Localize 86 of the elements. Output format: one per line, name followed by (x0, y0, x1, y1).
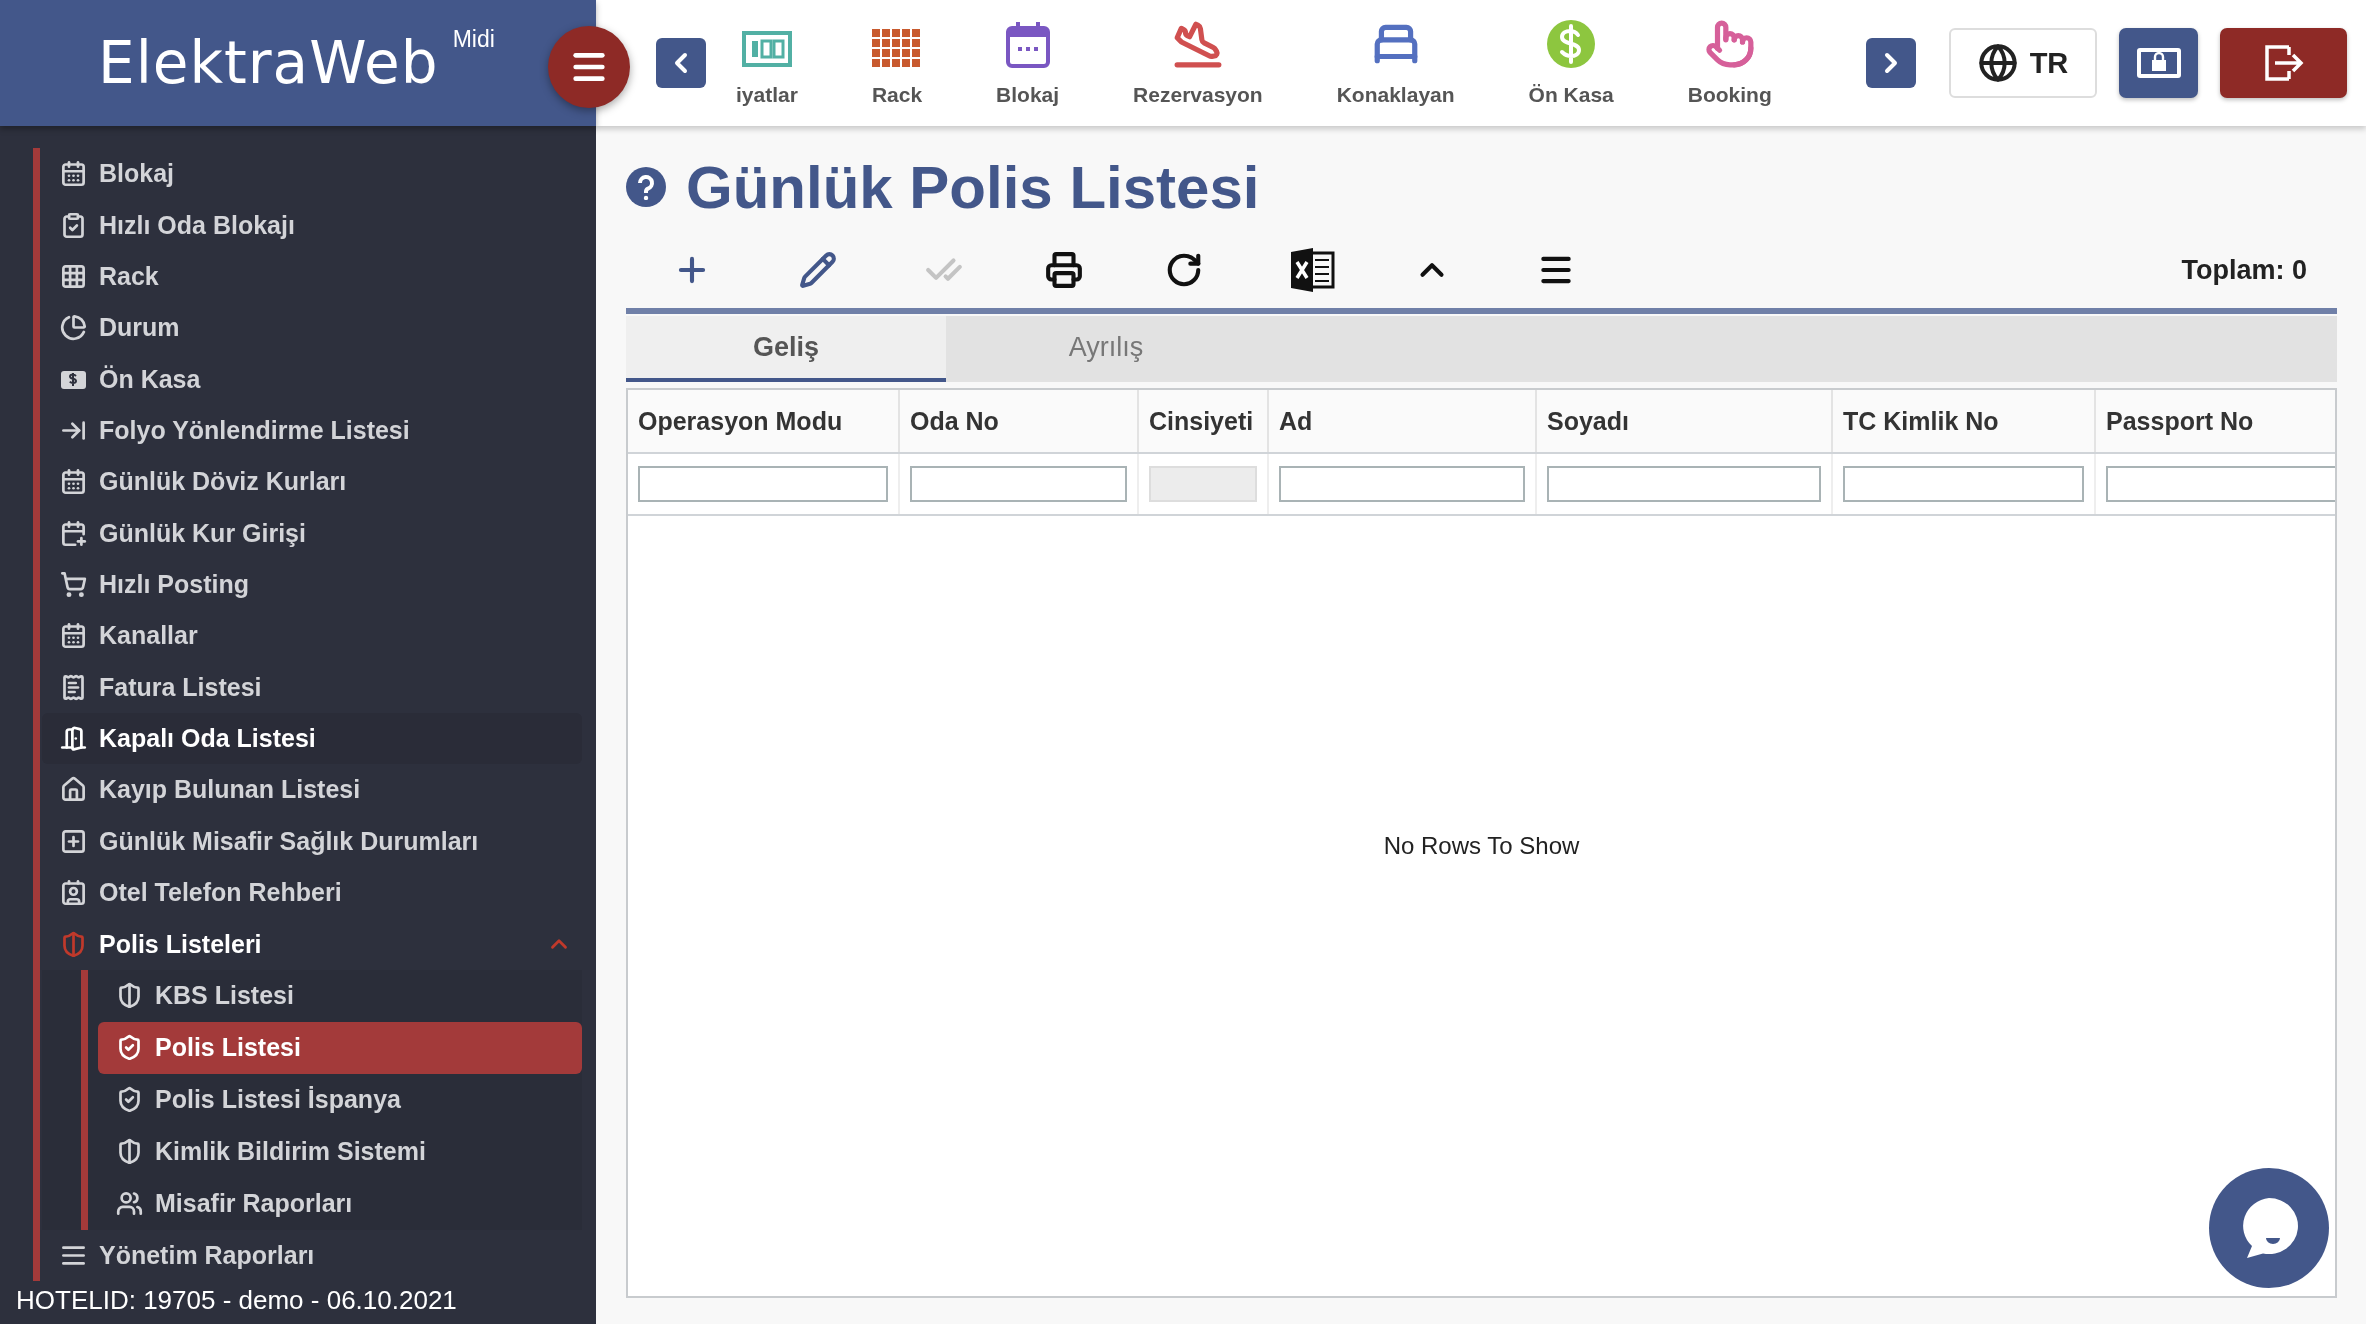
shield-check-icon (116, 1034, 143, 1062)
sidebar-item[interactable]: Fatura Listesi (42, 661, 582, 713)
users-icon (116, 1190, 143, 1218)
spreadsheet-icon (1289, 247, 1335, 293)
lock-screen-button[interactable] (2119, 28, 2198, 98)
column-header[interactable]: TC Kimlik No (1831, 390, 2094, 452)
menu-button[interactable] (548, 26, 630, 108)
tab[interactable]: Geliş (626, 316, 946, 382)
language-button[interactable]: TR (1949, 28, 2097, 98)
sidebar-item[interactable]: Rack (42, 250, 582, 303)
filter-field[interactable] (1843, 466, 2084, 502)
sidebar-subitem[interactable]: Polis Listesi İspanya (98, 1073, 582, 1126)
logout-button[interactable] (2220, 28, 2347, 98)
filter-field[interactable] (1547, 466, 1821, 502)
sidebar-item[interactable]: Hızlı Posting (42, 558, 582, 611)
grid-icon (60, 262, 87, 290)
sidebar-item[interactable]: Kanallar (42, 610, 582, 662)
calendar-icon (60, 160, 87, 188)
calendar-icon (60, 468, 87, 496)
sidebar-item[interactable]: Ön Kasa (42, 353, 582, 405)
sidebar-item[interactable]: Hızlı Oda Blokajı (42, 199, 582, 251)
clipboard-check-icon (60, 211, 87, 239)
sidebar-subitem[interactable]: KBS Listesi (98, 969, 582, 1022)
sidebar-item[interactable]: Blokaj (42, 148, 582, 200)
logout-icon (2262, 43, 2305, 83)
column-header[interactable]: Ad (1267, 390, 1535, 452)
receipt-icon (60, 673, 87, 701)
sidebar-item[interactable]: Otel Telefon Rehberi (42, 867, 582, 919)
pointer-hand-icon (1704, 19, 1755, 69)
edition-label: Midi (452, 26, 495, 53)
nav-item[interactable]: Konaklayan (1336, 19, 1455, 107)
sidebar-item[interactable]: Günlük Döviz Kurları (42, 456, 582, 508)
plus-square-icon (60, 827, 87, 855)
lock-screen-icon (2135, 47, 2182, 79)
calendar-plus-icon (60, 519, 87, 547)
sidebar-item[interactable]: Folyo Yönlendirme Listesi (42, 404, 582, 457)
calendar-icon (60, 622, 87, 650)
column-header[interactable]: Soyadı (1535, 390, 1831, 452)
filter-field[interactable] (2106, 466, 2335, 502)
column-header[interactable]: Operasyon Modu (628, 390, 898, 452)
house-icon (60, 776, 87, 804)
pie-chart-icon (60, 314, 87, 342)
contact-card-icon (60, 879, 87, 907)
nav-item[interactable]: Ön Kasa (1528, 19, 1614, 107)
nav-item[interactable]: Booking (1687, 19, 1772, 107)
help-icon[interactable] (626, 167, 666, 207)
column-header[interactable]: Oda No (898, 390, 1137, 452)
dollar-coin-icon (1546, 19, 1597, 69)
nav-item[interactable]: Rack (871, 29, 923, 107)
logo: ElektraWeb (98, 29, 439, 97)
column-header[interactable]: Cinsiyeti (1137, 390, 1267, 452)
sidebar-item[interactable]: Günlük Misafir Sağlık Durumları (42, 815, 582, 868)
scroll-left-button[interactable] (656, 38, 706, 88)
sidebar-item[interactable]: Yönetim Raporları (42, 1229, 582, 1281)
shield-icon (60, 930, 87, 958)
empty-message: No Rows To Show (1383, 832, 1580, 860)
sidebar-subitem[interactable]: Misafir Raporları (98, 1177, 582, 1230)
nav-item[interactable]: iyatlar (736, 29, 798, 107)
page-title: Günlük Polis Listesi (686, 152, 1260, 222)
sidebar-item[interactable]: Kayıp Bulunan Listesi (42, 764, 582, 816)
pencil-icon (799, 251, 837, 289)
scroll-right-button[interactable] (1866, 38, 1916, 88)
printer-icon (1045, 251, 1083, 289)
shield-icon (116, 1138, 143, 1166)
sidebar-item[interactable]: Günlük Kur Girişi (42, 507, 582, 559)
plane-landing-icon (1172, 19, 1223, 69)
total-count: Toplam: 0 (2181, 254, 2307, 286)
sidebar-item[interactable]: Kapalı Oda Listesi (42, 712, 582, 765)
shield-check-icon (116, 1086, 143, 1114)
filter-field[interactable] (1279, 466, 1525, 502)
door-icon (60, 725, 87, 753)
sidebar-item[interactable]: Durum (42, 302, 582, 354)
filter-field[interactable] (910, 466, 1127, 502)
filter-field[interactable] (638, 466, 888, 502)
nav-item[interactable]: Blokaj (996, 21, 1060, 107)
sidebar-subitem[interactable]: Polis Listesi (98, 1021, 582, 1074)
sidebar-subitem[interactable]: Kimlik Bildirim Sistemi (98, 1125, 582, 1178)
column-header[interactable]: Passport No (2094, 390, 2335, 452)
shield-icon (116, 982, 143, 1010)
grid-icon (871, 29, 922, 69)
nav-item[interactable]: Rezervasyon (1133, 19, 1263, 107)
cart-icon (60, 571, 87, 599)
sidebar-item[interactable]: Polis Listeleri (42, 918, 582, 970)
globe-icon (1977, 43, 2018, 83)
calendar-icon (1004, 21, 1051, 69)
refresh-icon (1165, 251, 1203, 289)
